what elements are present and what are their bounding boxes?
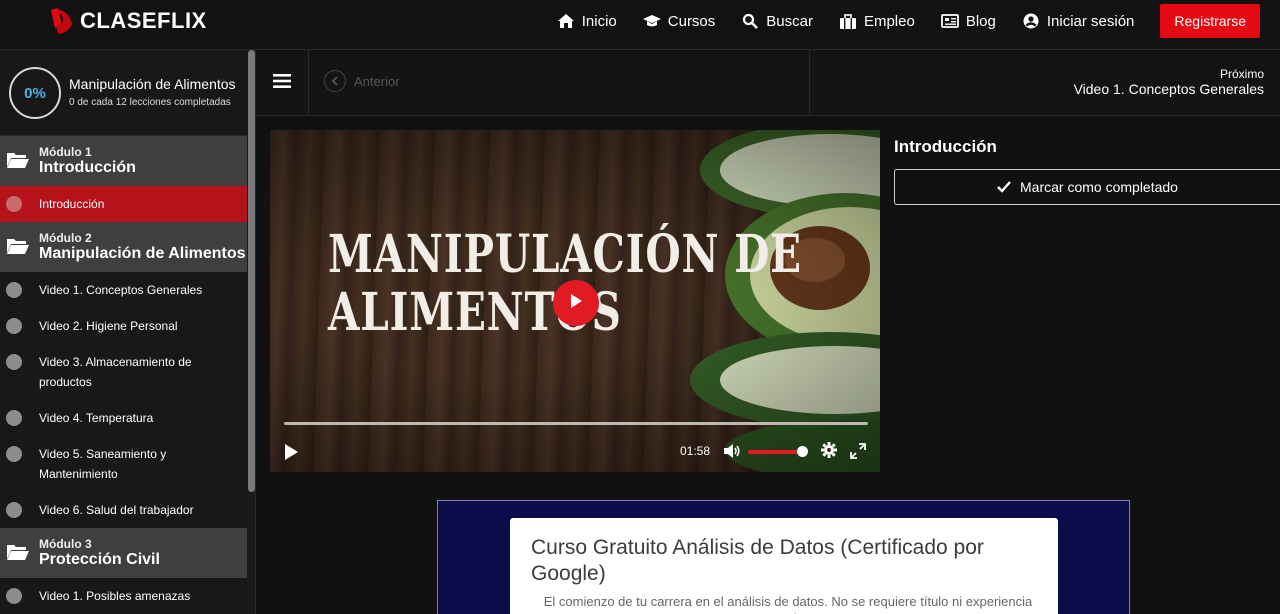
module-1-header[interactable]: Módulo 1 Introducción: [0, 136, 248, 186]
lesson-item[interactable]: Video 3. Almacenamiento de productos: [0, 344, 248, 400]
video-controls: 01:58: [270, 435, 880, 467]
lesson-status-icon: [6, 588, 22, 604]
mark-complete-button[interactable]: Marcar como completado: [894, 169, 1280, 205]
course-title: Manipulación de Alimentos: [69, 76, 236, 92]
course-progress-text: 0 de cada 12 lecciones completadas: [69, 97, 231, 108]
search-icon: [741, 12, 759, 30]
lesson-item[interactable]: Video 1. Conceptos Generales: [0, 272, 248, 308]
volume-slider-knob[interactable]: [797, 446, 808, 457]
module-title: Introducción: [39, 159, 136, 176]
ad-description: El comienzo de tu carrera en el análisis…: [543, 594, 1033, 614]
lesson-label: Video 6. Salud del trabajador: [39, 503, 194, 517]
main-nav: Inicio Cursos Buscar Empleo Blog Iniciar…: [531, 0, 1260, 42]
nav-buscar[interactable]: Buscar: [741, 12, 813, 30]
brand-name: CLASEFLIX: [80, 8, 207, 33]
gear-icon[interactable]: [821, 442, 837, 463]
lesson-label: Video 1. Posibles amenazas: [39, 589, 191, 603]
module-title: Protección Civil: [39, 551, 160, 568]
next-caption: Próximo: [1219, 67, 1264, 81]
lesson-item[interactable]: Video 4. Temperatura: [0, 400, 248, 436]
lesson-introduccion[interactable]: Introducción: [0, 186, 248, 222]
course-progress-header: 0% Manipulación de Alimentos 0 de cada 1…: [0, 50, 255, 136]
folder-open-icon: [6, 543, 30, 566]
graduation-cap-icon: [642, 12, 661, 30]
menu-toggle-button[interactable]: [256, 50, 309, 116]
folder-open-icon: [6, 151, 30, 174]
lesson-status-icon: [6, 502, 22, 518]
nav-iniciar-sesion[interactable]: Iniciar sesión: [1022, 12, 1135, 30]
chevron-left-icon: [324, 70, 346, 92]
fullscreen-icon[interactable]: [850, 443, 866, 464]
nav-label: Iniciar sesión: [1046, 12, 1135, 30]
lesson-status-icon: [6, 410, 22, 426]
folder-open-icon: [6, 237, 30, 260]
lesson-item[interactable]: Video 2. Higiene Personal: [0, 308, 248, 344]
lesson-status-icon: [6, 282, 22, 298]
previous-label: Anterior: [354, 73, 400, 89]
video-time: 01:58: [680, 444, 711, 458]
top-navigation-bar: CLASEFLIX Inicio Cursos Buscar Empleo Bl…: [0, 0, 1280, 50]
next-lesson-link[interactable]: Video 1. Conceptos Generales: [1074, 81, 1264, 97]
lesson-label: Introducción: [39, 197, 105, 211]
video-player[interactable]: MANIPULACIÓN DE ALIMENTOS 01:58: [270, 130, 880, 472]
register-button[interactable]: Registrarse: [1160, 4, 1260, 38]
module-title: Manipulación de Alimentos: [39, 245, 246, 262]
lesson-status-icon: [6, 196, 22, 212]
video-title-line: MANIPULACIÓN DE: [328, 224, 802, 285]
lesson-toolbar: Anterior Próximo Video 1. Conceptos Gene…: [256, 50, 1280, 116]
lesson-label: Video 4. Temperatura: [39, 411, 154, 425]
play-icon: [568, 292, 584, 315]
mark-complete-label: Marcar como completado: [1020, 179, 1178, 195]
play-icon[interactable]: [284, 444, 298, 465]
lesson-item[interactable]: Video 6. Salud del trabajador: [0, 492, 248, 528]
nav-label: Blog: [965, 12, 996, 30]
volume-icon[interactable]: [723, 443, 741, 464]
ad-title[interactable]: Curso Gratuito Análisis de Datos (Certif…: [531, 535, 1031, 587]
lesson-status-icon: [6, 318, 22, 334]
nav-inicio[interactable]: Inicio: [557, 12, 617, 30]
big-play-button[interactable]: [553, 280, 599, 326]
claseflix-logo-icon: [48, 6, 76, 36]
ad-card[interactable]: Curso Gratuito Análisis de Datos (Certif…: [510, 518, 1058, 614]
home-icon: [557, 12, 575, 30]
lesson-label: Video 1. Conceptos Generales: [39, 283, 203, 297]
module-label: Módulo 1: [39, 145, 92, 159]
briefcase-icon: [839, 12, 857, 30]
course-sidebar: 0% Manipulación de Alimentos 0 de cada 1…: [0, 50, 256, 614]
toolbar-divider: [809, 50, 810, 116]
nav-label: Empleo: [863, 12, 915, 30]
module-label: Módulo 2: [39, 231, 92, 245]
progress-ring: 0%: [9, 67, 61, 119]
lesson-item[interactable]: Video 5. Saneamiento y Mantenimiento: [0, 436, 248, 492]
lesson-label: Video 3. Almacenamiento de productos: [39, 355, 192, 389]
user-circle-icon: [1022, 12, 1040, 30]
nav-blog[interactable]: Blog: [940, 12, 996, 30]
video-seek-bar[interactable]: [284, 422, 868, 425]
nav-cursos[interactable]: Cursos: [642, 12, 716, 30]
nav-label: Inicio: [581, 12, 617, 30]
newspaper-icon: [940, 12, 959, 30]
lesson-label: Video 2. Higiene Personal: [39, 319, 178, 333]
volume-slider[interactable]: [748, 450, 804, 454]
module-2-header[interactable]: Módulo 2 Manipulación de Alimentos: [0, 222, 248, 272]
sidebar-scrollbar-thumb[interactable]: [248, 50, 255, 492]
lesson-title: Introducción: [894, 137, 997, 156]
module-label: Módulo 3: [39, 537, 92, 551]
checkmark-icon: [997, 181, 1011, 193]
lesson-item[interactable]: Video 1. Posibles amenazas: [0, 578, 248, 614]
nav-label: Cursos: [667, 12, 716, 30]
module-3-header[interactable]: Módulo 3 Protección Civil: [0, 528, 248, 578]
logo[interactable]: CLASEFLIX: [48, 4, 207, 38]
lesson-label: Video 5. Saneamiento y Mantenimiento: [39, 447, 167, 481]
lesson-status-icon: [6, 446, 22, 462]
nav-label: Buscar: [766, 12, 813, 30]
ad-banner[interactable]: Curso Gratuito Análisis de Datos (Certif…: [437, 500, 1130, 614]
previous-lesson-button[interactable]: Anterior: [324, 70, 400, 92]
lesson-status-icon: [6, 354, 22, 370]
hamburger-icon: [273, 73, 291, 94]
nav-empleo[interactable]: Empleo: [839, 12, 915, 30]
